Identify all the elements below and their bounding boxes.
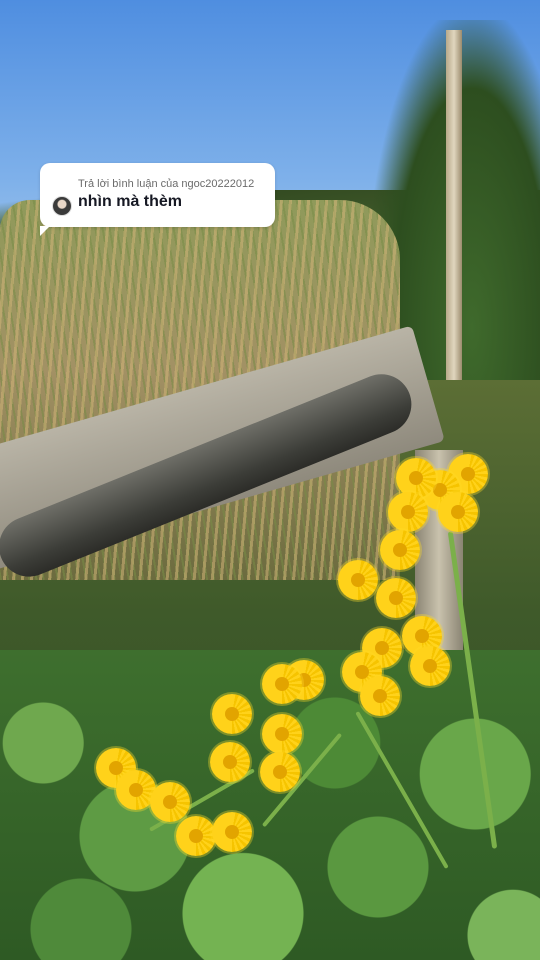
yellow-flower — [176, 816, 216, 856]
yellow-flower — [388, 492, 428, 532]
yellow-flower — [376, 578, 416, 618]
reply-comment-sticker[interactable]: Trả lời bình luận của ngoc20222012 nhìn … — [40, 163, 275, 236]
yellow-flower — [262, 714, 302, 754]
yellow-flower — [338, 560, 378, 600]
yellow-flower — [438, 492, 478, 532]
utility-pole — [446, 30, 462, 390]
yellow-flower — [212, 694, 252, 734]
user-avatar-icon — [52, 196, 72, 216]
yellow-flower — [360, 676, 400, 716]
reply-caption: Trả lời bình luận của ngoc20222012 — [78, 178, 255, 190]
yellow-flower — [380, 530, 420, 570]
yellow-flower — [262, 664, 302, 704]
reply-comment-text: nhìn mà thèm — [78, 193, 183, 210]
video-frame[interactable] — [0, 0, 540, 960]
yellow-flower — [212, 812, 252, 852]
yellow-flower — [260, 752, 300, 792]
yellow-flower — [210, 742, 250, 782]
yellow-flower — [410, 646, 450, 686]
